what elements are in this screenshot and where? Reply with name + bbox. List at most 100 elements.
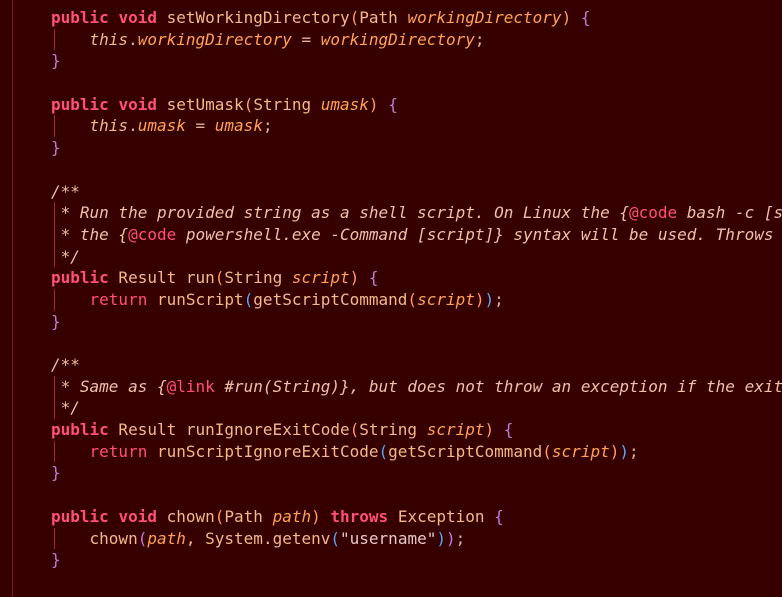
indent-guide [54,223,55,246]
code-line[interactable]: return runScript(getScriptCommand(script… [51,288,782,311]
code-token: script [417,289,475,309]
code-token: . [128,29,138,49]
code-line[interactable]: */ [51,245,782,268]
code-line[interactable]: /** [51,181,782,203]
code-line[interactable]: public Result runIgnoreExitCode(String s… [51,419,782,441]
code-token: String [253,94,321,114]
indent-guide [54,115,55,138]
code-token: public [51,420,109,440]
indent-guide [54,28,55,51]
code-token: this [89,116,129,136]
code-token: getScriptCommand [253,289,408,309]
code-line[interactable]: public void setUmask(String umask) { [51,94,782,116]
code-line[interactable] [51,72,782,94]
code-token: @link [166,376,215,396]
code-line[interactable]: } [51,137,782,159]
code-token: { [359,268,379,288]
code-token: String [224,268,292,288]
code-token: path [147,528,186,548]
code-line[interactable]: */ [51,397,782,420]
code-line[interactable]: * the {@code powershell.exe -Command [sc… [51,223,782,246]
code-token: ) [445,528,456,548]
code-line[interactable]: } [51,549,782,571]
code-token: void [118,94,157,114]
code-token: . [128,116,138,136]
code-line[interactable]: } [51,311,782,333]
code-token: this [89,29,129,49]
code-token: return [89,441,148,461]
indent-guide [54,245,55,268]
indent-guide [54,375,55,398]
code-token: ( [378,441,389,461]
code-token: ( [214,268,225,288]
code-line[interactable]: } [51,50,782,72]
code-line[interactable] [51,332,782,354]
code-token: @code [128,224,177,244]
code-token: getScriptCommand [388,441,543,461]
code-line[interactable]: * Run the provided string as a shell scr… [51,202,782,224]
indent-guide [54,440,55,463]
code-token: Exception [388,506,485,526]
code-line[interactable]: this.umask = umask; [51,115,782,138]
code-token: ) [561,8,572,27]
gutter-border [12,0,13,597]
code-token: { [378,94,398,114]
indent-guide [54,397,55,420]
code-token: } [51,51,61,71]
code-line[interactable]: * Same as {@link #run(String)}, but does… [51,375,782,398]
code-token: { [494,420,514,440]
code-token: * Same as { [51,376,167,396]
code-token: umask [137,116,186,136]
code-token: ( [243,289,254,309]
code-token: ) [311,506,321,526]
code-line[interactable] [51,484,782,506]
code-area[interactable]: public void setWorkingDirectory(Path wor… [51,7,782,571]
code-token: script [426,420,485,440]
code-token: powershell.exe -Command [script]} syntax… [176,224,774,244]
code-token: throws [330,506,389,526]
code-token: workingDirectory [137,29,292,49]
code-line[interactable]: chown(path, System.getenv("username")); [51,527,782,550]
code-editor[interactable]: public void setWorkingDirectory(Path wor… [0,0,782,597]
code-line[interactable]: this.workingDirectory = workingDirectory… [51,28,782,51]
code-token: path [272,506,312,526]
code-token: umask [214,116,263,136]
code-token: ; [629,441,639,461]
code-token: Result run [108,268,215,288]
code-token: runScriptIgnoreExitCode [147,441,379,461]
code-token: * Run the provided string as a shell scr… [51,203,629,223]
code-token: ) [436,528,446,548]
code-line[interactable]: public void setWorkingDirectory(Path wor… [51,7,782,29]
code-token: ) [619,441,629,461]
code-token: umask [320,94,369,114]
code-token: ( [330,528,341,548]
code-line[interactable]: return runScriptIgnoreExitCode(getScript… [51,440,782,463]
code-token: public [51,94,109,114]
code-line[interactable]: public Result run(String script) { [51,267,782,289]
code-token: ( [137,528,148,548]
code-line[interactable]: } [51,462,782,484]
code-token: } [51,550,61,570]
code-token: #run(String)}, but does not throw an exc… [214,376,782,396]
code-line[interactable] [51,159,782,181]
code-token: } [51,311,61,331]
code-token: "username" [340,528,437,548]
indent-guide [54,288,55,311]
code-token: ( [407,289,418,309]
code-token: Path [359,8,408,27]
code-token: */ [51,246,80,266]
code-token: setUmask [156,94,244,114]
code-token: * the { [51,224,129,244]
code-line[interactable]: /** [51,354,782,376]
code-token: chown [156,506,215,526]
code-line[interactable]: public void chown(Path path) throws Exce… [51,506,782,528]
code-token: ( [349,8,360,27]
code-token: return [89,289,148,309]
